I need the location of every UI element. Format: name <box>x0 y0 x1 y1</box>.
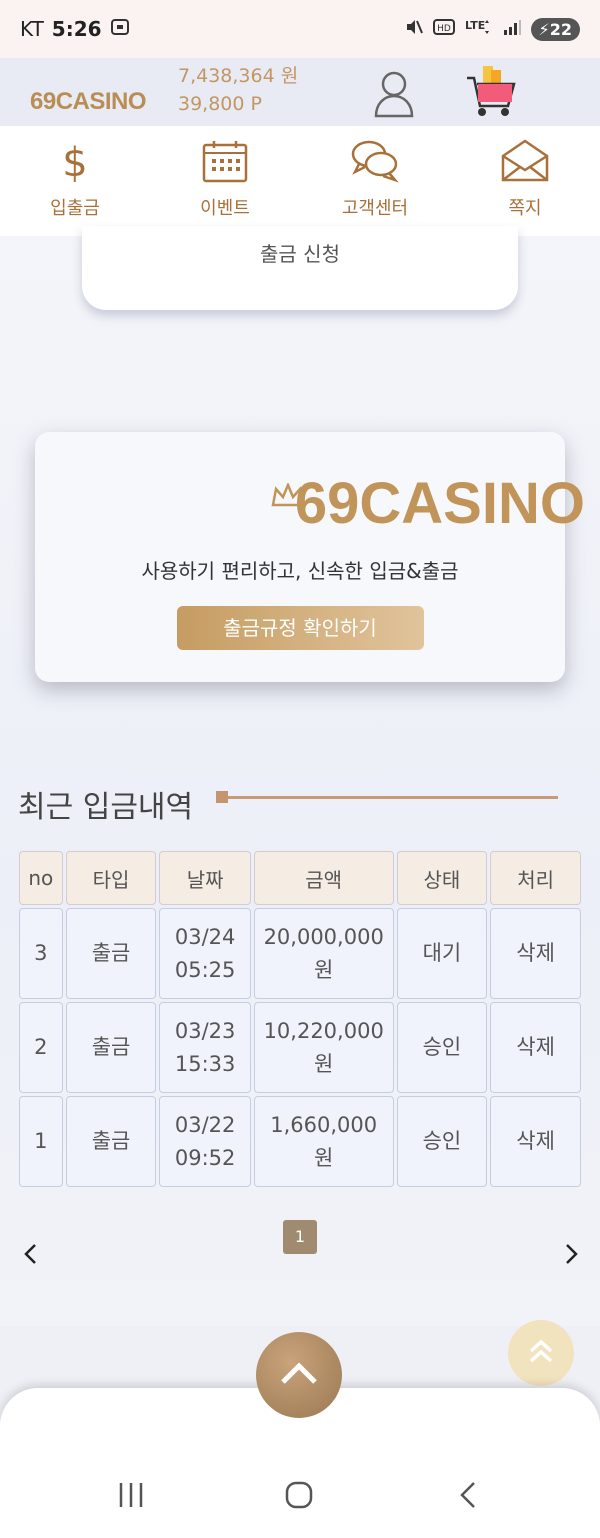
cell-no: 2 <box>19 1002 63 1093</box>
nav-label: 입출금 <box>50 198 100 219</box>
cell-date: 03/23 15:33 <box>159 1002 251 1093</box>
cell-date-day: 03/22 <box>174 1112 236 1137</box>
section-divider-marker <box>216 791 228 803</box>
promo-banner: 69CASINO 사용하기 편리하고, 신속한 입금&출금 출금규정 확인하기 <box>35 432 585 682</box>
cell-amount-value: 20,000,000 <box>263 924 384 949</box>
svg-text:$: $ <box>62 140 87 184</box>
col-no: no <box>19 851 63 905</box>
mute-icon <box>405 18 423 40</box>
nav-messages[interactable]: 쪽지 <box>450 126 600 236</box>
cell-amount-value: 1,660,000 <box>270 1112 378 1137</box>
casino-logo-text: 69CASINO <box>294 471 585 536</box>
cart-icon[interactable] <box>463 64 519 124</box>
battery-level: 22 <box>549 19 572 39</box>
hd-icon: HD <box>432 19 455 39</box>
double-chevron-up-icon <box>526 1336 556 1370</box>
col-type: 타입 <box>65 851 157 905</box>
cell-date-time: 15:33 <box>174 1051 236 1076</box>
cell-no: 3 <box>19 908 63 999</box>
battery-indicator: ⚡22 <box>530 17 580 41</box>
cell-type: 출금 <box>65 1096 157 1187</box>
svg-text:LTE: LTE <box>465 19 485 32</box>
screenshot-icon <box>110 17 130 41</box>
cell-amount-unit: 원 <box>314 1145 334 1170</box>
cell-no: 1 <box>19 1096 63 1187</box>
cell-date: 03/24 05:25 <box>159 908 251 999</box>
back-icon[interactable] <box>454 1480 484 1514</box>
envelope-icon <box>499 138 551 188</box>
crown-icon <box>271 456 305 523</box>
delete-button[interactable]: 삭제 <box>490 1002 581 1093</box>
cell-date-day: 03/23 <box>174 1018 236 1043</box>
cell-type: 출금 <box>65 1002 157 1093</box>
scroll-top-button[interactable] <box>508 1320 574 1386</box>
nav-label: 고객센터 <box>341 198 409 219</box>
cell-amount-unit: 원 <box>314 957 334 982</box>
history-table: no 타입 날짜 금액 상태 처리 3 출금 03/24 05:25 20,000… <box>16 848 584 1190</box>
main-nav: $ 입출금 이벤트 고객센터 쪽지 <box>0 126 600 236</box>
cell-amount: 20,000,000 원 <box>253 908 394 999</box>
table-row: 1 출금 03/22 09:52 1,660,000 원 승인 삭제 <box>19 1096 581 1187</box>
carrier-label: KT <box>20 17 44 41</box>
status-bar: KT 5:26 HD LTE ⚡22 <box>0 0 600 58</box>
system-navigation-bar <box>0 1470 600 1530</box>
points-amount: 39,800 P <box>178 93 262 115</box>
delete-button[interactable]: 삭제 <box>490 1096 581 1187</box>
cell-amount: 10,220,000 원 <box>253 1002 394 1093</box>
col-action: 처리 <box>490 851 581 905</box>
next-page-icon[interactable] <box>562 1240 580 1273</box>
cell-amount-unit: 원 <box>314 1051 334 1076</box>
header-logo[interactable]: 69CASINO <box>30 88 147 116</box>
prev-page-icon[interactable] <box>22 1240 40 1273</box>
promo-tagline: 사용하기 편리하고, 신속한 입금&출금 <box>141 559 459 583</box>
cell-date-time: 09:52 <box>174 1145 236 1170</box>
user-icon[interactable] <box>372 68 416 122</box>
main-content: 출금 신청 69CASINO 사용하기 편리하고, 신속한 입금&출금 출금규정… <box>0 226 600 1326</box>
cell-type: 출금 <box>65 908 157 999</box>
pagination: 1 <box>0 1210 600 1270</box>
dollar-icon: $ <box>53 138 97 188</box>
table-row: 3 출금 03/24 05:25 20,000,000 원 대기 삭제 <box>19 908 581 999</box>
chevron-up-icon <box>279 1360 319 1390</box>
col-status: 상태 <box>396 851 488 905</box>
cell-status: 대기 <box>396 908 488 999</box>
withdraw-rules-button[interactable]: 출금규정 확인하기 <box>176 606 424 650</box>
clock: 5:26 <box>51 17 102 41</box>
home-icon[interactable] <box>284 1480 314 1514</box>
cell-status: 승인 <box>396 1002 488 1093</box>
chat-icon <box>349 138 401 188</box>
calendar-icon <box>201 138 249 188</box>
svg-text:HD: HD <box>437 24 451 34</box>
recent-apps-icon[interactable] <box>116 1480 146 1514</box>
delete-button[interactable]: 삭제 <box>490 908 581 999</box>
balance-amount: 7,438,364 원 <box>178 65 299 87</box>
table-row: 2 출금 03/23 15:33 10,220,000 원 승인 삭제 <box>19 1002 581 1093</box>
nav-label: 이벤트 <box>200 198 250 219</box>
withdraw-request-card: 출금 신청 <box>82 226 518 310</box>
cell-date-day: 03/24 <box>174 924 236 949</box>
nav-customer-center[interactable]: 고객센터 <box>300 126 450 236</box>
col-amount: 금액 <box>253 851 394 905</box>
app-header: 69CASINO 7,438,364 원 39,800 P <box>0 58 600 126</box>
cell-date: 03/22 09:52 <box>159 1096 251 1187</box>
cell-status: 승인 <box>396 1096 488 1187</box>
table-header-row: no 타입 날짜 금액 상태 처리 <box>19 851 581 905</box>
nav-deposit-withdraw[interactable]: $ 입출금 <box>0 126 150 236</box>
signal-icon <box>503 19 521 39</box>
expand-menu-button[interactable] <box>256 1332 342 1418</box>
cell-date-time: 05:25 <box>174 957 236 982</box>
nav-label: 쪽지 <box>508 198 542 219</box>
withdraw-request-label[interactable]: 출금 신청 <box>260 242 340 266</box>
nav-event[interactable]: 이벤트 <box>150 126 300 236</box>
section-divider <box>216 796 558 799</box>
page-number-current[interactable]: 1 <box>283 1220 317 1254</box>
lte-icon: LTE <box>465 18 493 40</box>
cell-amount-value: 10,220,000 <box>263 1018 384 1043</box>
casino-logo: 69CASINO <box>35 470 585 537</box>
section-title: 최근 입금내역 <box>18 790 194 825</box>
cell-amount: 1,660,000 원 <box>253 1096 394 1187</box>
col-date: 날짜 <box>159 851 251 905</box>
account-summary: 7,438,364 원 39,800 P <box>178 62 298 118</box>
